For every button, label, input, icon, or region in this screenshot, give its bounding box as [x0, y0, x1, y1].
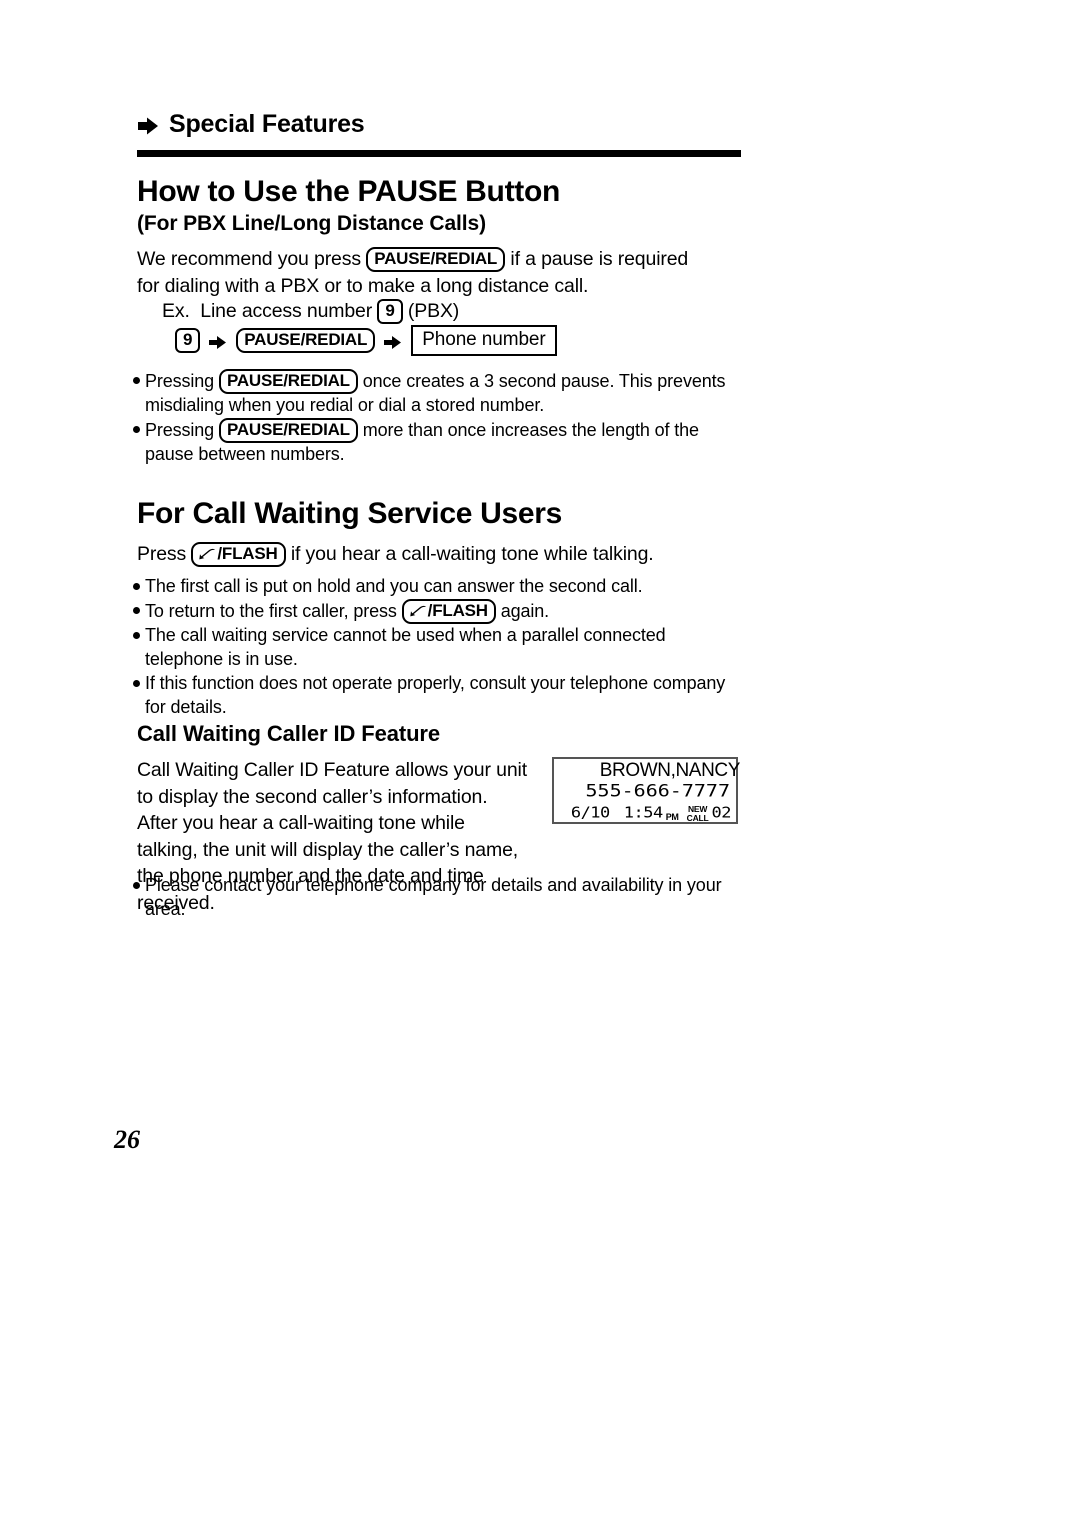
flash-key-label: /FLASH	[427, 600, 488, 620]
note-text: The call waiting service cannot be used …	[145, 624, 666, 669]
lcd-phone-number: 555-666-7777	[585, 780, 731, 801]
pause-redial-key-inline[interactable]: PAUSE/REDIAL	[218, 417, 358, 444]
list-item: The call waiting service cannot be used …	[132, 624, 742, 672]
pause-redial-key-inline[interactable]: PAUSE/REDIAL	[366, 247, 506, 273]
example-line: Ex. Line access number 9 (PBX)	[162, 299, 460, 325]
section-header: Special Features	[137, 112, 365, 137]
list-item: Pressing PAUSE/REDIAL more than once inc…	[132, 417, 742, 467]
lcd-time: 1:54	[623, 804, 663, 822]
right-arrow-icon	[137, 116, 159, 136]
cw-intro-text-before: Press	[137, 543, 192, 565]
call-waiting-heading: For Call Waiting Service Users	[137, 497, 563, 530]
hook-flash-icon	[409, 602, 427, 617]
lcd-call-label: CALL	[686, 812, 709, 823]
example-text-before: Line access number	[200, 300, 378, 322]
lcd-call-count: 02	[711, 804, 732, 822]
call-waiting-notes-list: The first call is put on hold and you ca…	[132, 575, 742, 720]
section-title: Special Features	[169, 110, 365, 138]
list-item: Pressing PAUSE/REDIAL once creates a 3 s…	[132, 369, 742, 418]
key-9-inline[interactable]: 9	[377, 299, 403, 325]
right-arrow-icon	[209, 333, 227, 349]
flash-key-inline[interactable]: /FLASH	[401, 598, 496, 624]
list-item: If this function does not operate proper…	[132, 672, 742, 720]
lcd-status-row: 6/10 1:54 PM NEW CALL 02	[570, 803, 732, 823]
lcd-caller-name: BROWN,NANCY	[599, 760, 741, 781]
page-subtitle: (For PBX Line/Long Distance Calls)	[137, 212, 486, 235]
lcd-date: 6/10	[570, 804, 610, 822]
cw-intro-text-after: if you hear a call-waiting tone while ta…	[285, 543, 654, 565]
note-text: If this function does not operate proper…	[145, 672, 726, 717]
flash-key-label: /FLASH	[217, 544, 278, 563]
list-item: To return to the first caller, press /FL…	[132, 598, 742, 624]
lcd-ampm-indicator: PM	[665, 812, 679, 822]
list-item: The first call is put on hold and you ca…	[132, 575, 742, 599]
flash-key-inline[interactable]: /FLASH	[191, 542, 286, 568]
example-text-after: (PBX)	[402, 300, 460, 322]
pause-redial-key-button[interactable]: PAUSE/REDIAL	[236, 327, 376, 353]
key-sequence: 9 PAUSE/REDIAL Phone number	[175, 325, 557, 356]
note-text-before: Pressing	[145, 419, 219, 440]
hook-flash-icon	[199, 545, 216, 560]
page-title: How to Use the PAUSE Button	[137, 175, 561, 208]
page-number: 26	[114, 1125, 140, 1154]
note-text-before: To return to the first caller, press	[145, 600, 402, 621]
caller-id-footnote-list: Please contact your telephone company fo…	[132, 874, 752, 922]
right-arrow-icon	[384, 333, 402, 349]
list-item: Please contact your telephone company fo…	[132, 874, 752, 922]
note-text: The first call is put on hold and you ca…	[145, 576, 643, 596]
footnote-text: Please contact your telephone company fo…	[145, 875, 722, 919]
pause-notes-list: Pressing PAUSE/REDIAL once creates a 3 s…	[132, 369, 742, 467]
lcd-new-call-indicator: NEW CALL	[687, 805, 709, 823]
caller-id-heading: Call Waiting Caller ID Feature	[137, 721, 441, 746]
key-9-button[interactable]: 9	[175, 327, 201, 353]
note-text-before: Pressing	[145, 371, 219, 391]
note-text-after: again.	[495, 600, 550, 621]
example-label: Ex.	[162, 300, 190, 322]
pause-redial-key-inline[interactable]: PAUSE/REDIAL	[218, 369, 358, 395]
pause-intro-paragraph: We recommend you press PAUSE/REDIAL if a…	[137, 246, 712, 299]
call-waiting-intro-paragraph: Press /FLASH if you hear a call-waiting …	[137, 541, 737, 568]
header-rule	[137, 150, 741, 157]
pause-intro-text-before: We recommend you press	[137, 248, 367, 270]
lcd-display: BROWN,NANCY 555-666-7777 6/10 1:54 PM NE…	[552, 757, 741, 824]
manual-page: Special Features How to Use the PAUSE Bu…	[0, 0, 1080, 1528]
phone-number-box[interactable]: Phone number	[411, 325, 557, 356]
